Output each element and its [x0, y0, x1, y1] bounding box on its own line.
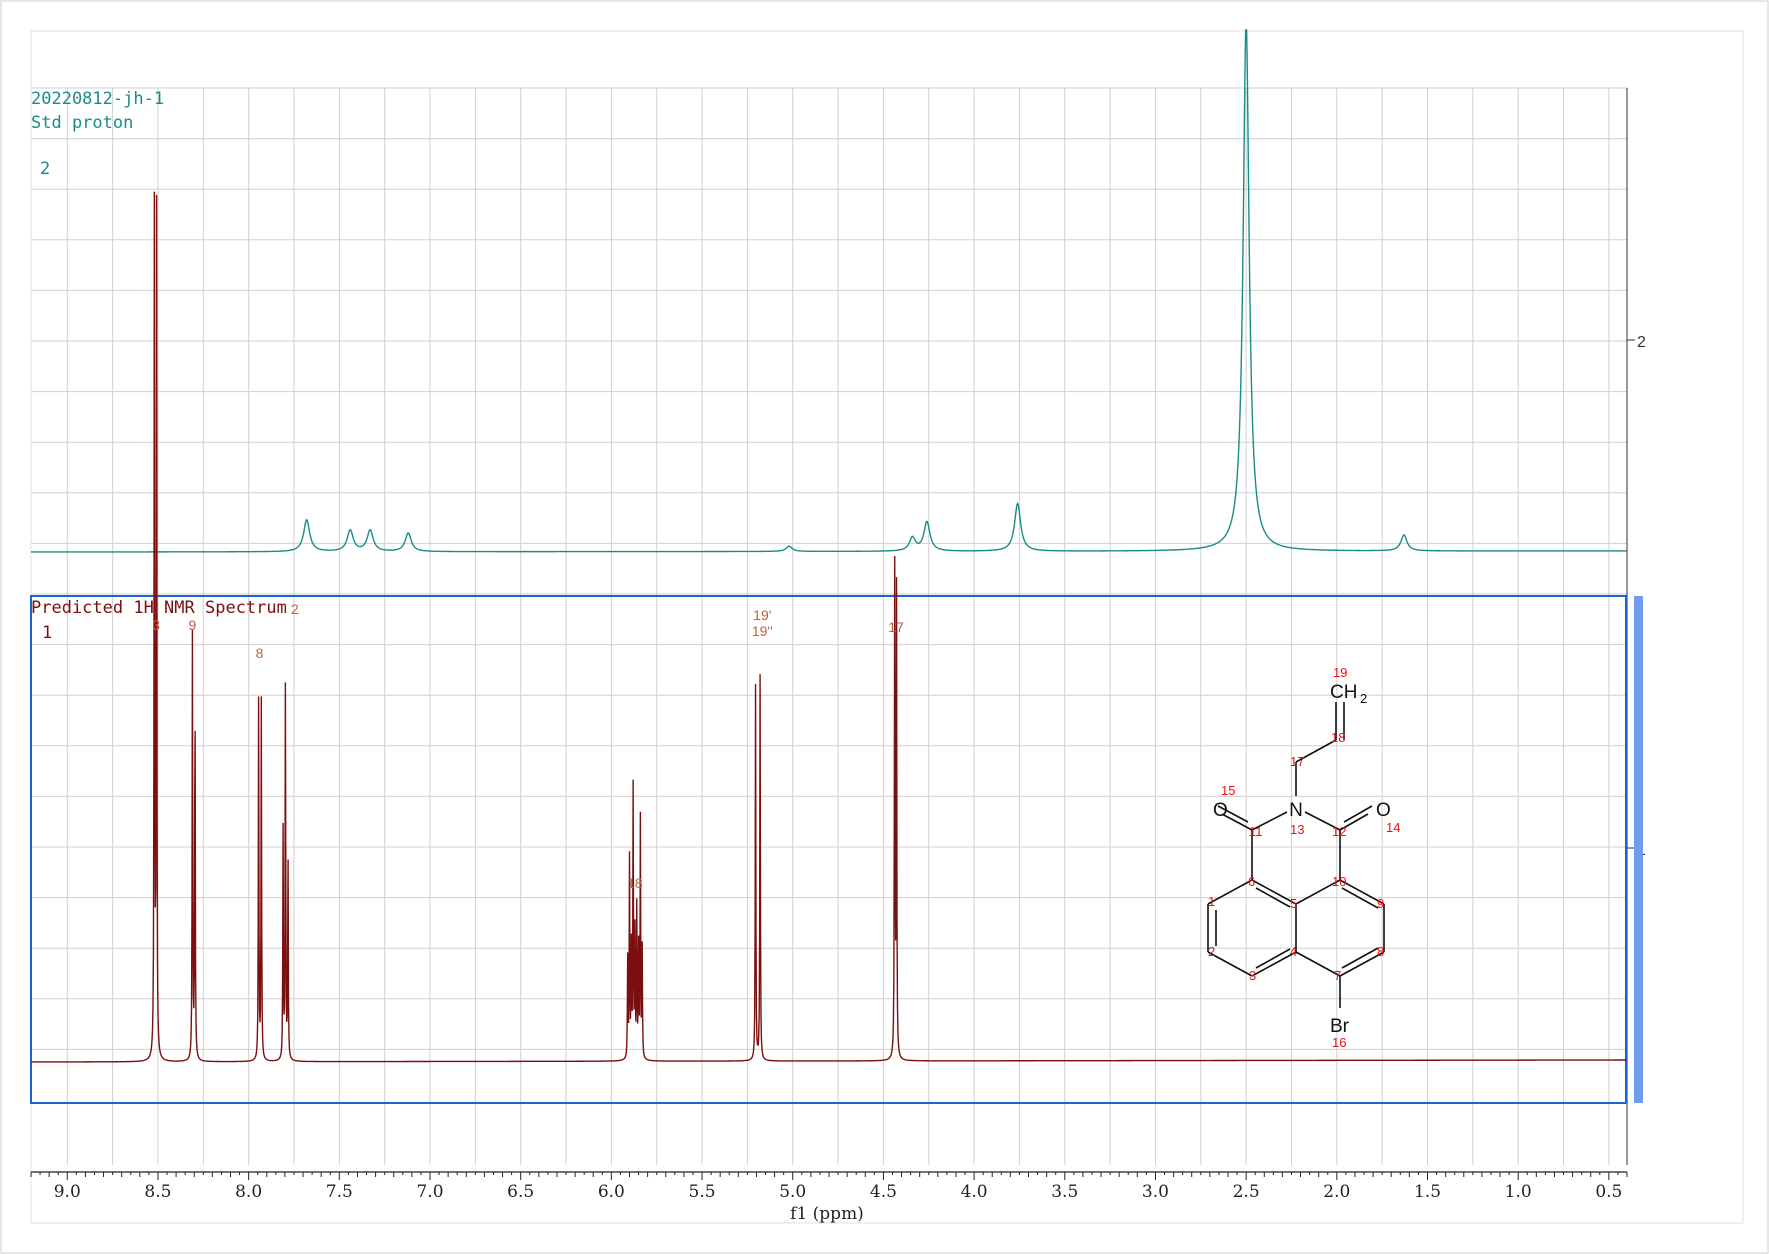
- atom-number: 3: [1249, 968, 1256, 983]
- x-tick-label: 7.5: [326, 1182, 353, 1202]
- atom-number: 10: [1332, 874, 1346, 889]
- x-tick-label: 6.5: [507, 1182, 534, 1202]
- x-tick-label: 1.5: [1414, 1182, 1441, 1202]
- x-tick-label: 5.0: [779, 1182, 806, 1202]
- peak-label: 2: [291, 601, 299, 617]
- x-tick-label: 8.0: [235, 1182, 262, 1202]
- x-tick-label: 0.5: [1595, 1182, 1622, 1202]
- experiment-index: 2: [40, 159, 50, 179]
- atom-symbol: O: [1376, 800, 1391, 821]
- spectrum-line-experimental: [31, 29, 1627, 553]
- experiment-title: 20220812-jh-1: [31, 89, 164, 109]
- x-tick-label: 3.5: [1051, 1182, 1078, 1202]
- atom-symbol: N: [1289, 800, 1303, 821]
- atom-number: 8: [1377, 944, 1384, 959]
- peak-label: 9: [189, 617, 197, 633]
- atom-number: 2: [1208, 944, 1215, 959]
- atom-number: 12: [1332, 824, 1346, 839]
- atom-symbol-subscript: 2: [1360, 691, 1367, 706]
- x-tick-label: 7.0: [416, 1182, 443, 1202]
- x-tick-label: 1.0: [1505, 1182, 1532, 1202]
- plot-area-frame: [30, 30, 1744, 1224]
- spectra-group: [31, 29, 1627, 1063]
- x-axis-label: f1 (ppm): [790, 1204, 864, 1224]
- atom-number: 13: [1290, 822, 1304, 837]
- peak-label: 19': [753, 607, 771, 623]
- atom-symbol: Br: [1330, 1016, 1350, 1037]
- peak-label: 17: [888, 619, 904, 635]
- x-tick-label: 6.0: [598, 1182, 625, 1202]
- atom-number: 7: [1334, 968, 1341, 983]
- experiment-subtitle: Std proton: [31, 113, 133, 133]
- atom-number: 17: [1290, 754, 1304, 769]
- predicted-scroll-bar[interactable]: [1634, 596, 1643, 1103]
- predicted-index: 1: [42, 623, 52, 643]
- grid-lines: [31, 87, 1627, 1165]
- x-tick-label: 2.5: [1233, 1182, 1260, 1202]
- atom-number: 11: [1249, 824, 1263, 839]
- predicted-region-frame: [30, 595, 1627, 1104]
- peak-label: 8: [256, 645, 264, 661]
- atom-number: 5: [1290, 896, 1297, 911]
- atom-number: 14: [1386, 820, 1400, 835]
- x-tick-label: 9.0: [54, 1182, 81, 1202]
- atom-number: 4: [1290, 944, 1297, 959]
- x-axis: 9.0 8.5 8.0 7.5 7.0 6.5 6.0 5.5 5.0 4.5 4.0 3.5 3.0 2…: [30, 1171, 1628, 1202]
- x-tick-label: 4.5: [870, 1182, 897, 1202]
- x-tick-label: 3.0: [1142, 1182, 1169, 1202]
- atom-number: 19: [1333, 665, 1347, 680]
- x-tick-label: 4.0: [961, 1182, 988, 1202]
- nmr-plot: 20220812-jh-1 Std proton 2 2 1 Predicted…: [0, 0, 1769, 1254]
- atom-number: 18: [1331, 730, 1345, 745]
- atom-number: 15: [1221, 783, 1235, 798]
- atom-symbol: O: [1213, 800, 1228, 821]
- right-tick-upper-label: 2: [1637, 334, 1646, 351]
- predicted-title: Predicted 1H NMR Spectrum: [31, 598, 287, 618]
- atom-number: 16: [1332, 1035, 1346, 1050]
- x-tick-label: 5.5: [689, 1182, 716, 1202]
- peak-label: 18: [627, 875, 643, 891]
- peak-label: 3: [152, 617, 160, 633]
- molecule-structure: O ONCH 2Br 15141319161234567891011 121718: [1207, 665, 1400, 1050]
- x-tick-label: 2.0: [1323, 1182, 1350, 1202]
- x-tick-label: 8.5: [144, 1182, 171, 1202]
- spectrum-line-predicted: [31, 191, 1627, 1063]
- peak-label: 19'': [752, 623, 773, 639]
- atom-number: 1: [1208, 894, 1215, 909]
- atom-symbol: CH: [1330, 682, 1357, 703]
- atom-number: 9: [1377, 896, 1384, 911]
- atom-number: 6: [1248, 874, 1255, 889]
